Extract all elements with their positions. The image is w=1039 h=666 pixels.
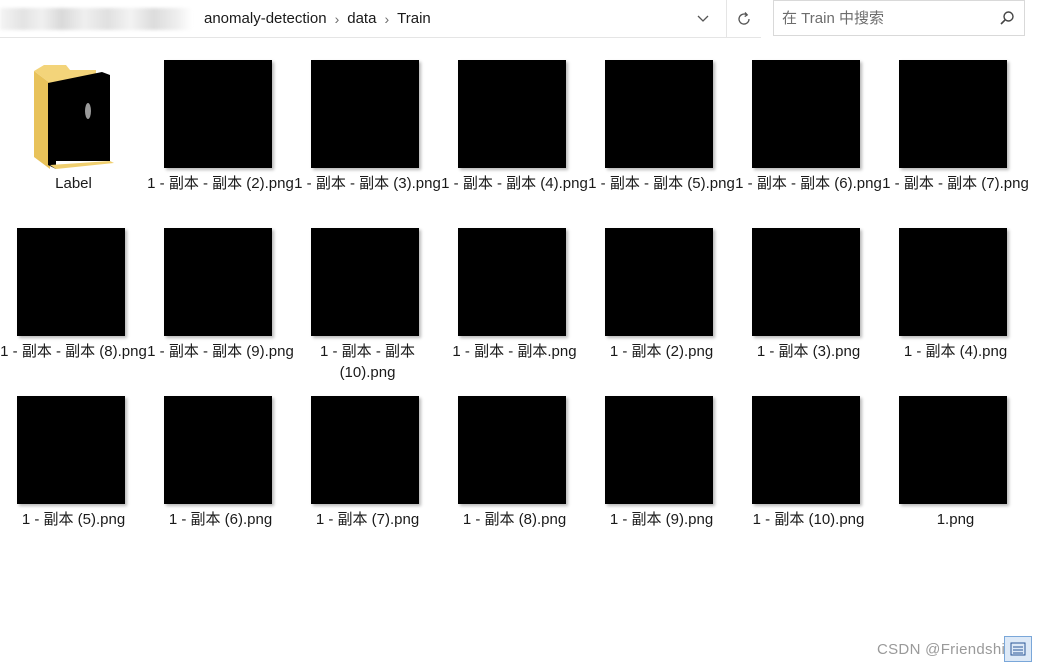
address-dropdown-button[interactable] bbox=[688, 4, 718, 33]
folder-icon bbox=[34, 65, 114, 169]
image-thumbnail bbox=[311, 396, 419, 504]
chevron-down-icon bbox=[697, 15, 709, 22]
file-name-label: 1 - 副本 (7).png bbox=[315, 511, 420, 528]
file-item[interactable]: 1 - 副本 - 副本 (2).png bbox=[147, 55, 294, 223]
image-thumbnail bbox=[458, 60, 566, 168]
refresh-icon bbox=[738, 11, 750, 25]
file-grid: Label 1 - 副本 - 副本 (2).png 1 - 副本 - 副本 (3).… bbox=[0, 55, 1039, 559]
file-item[interactable]: 1 - 副本 - 副本 (4).png bbox=[441, 55, 588, 223]
search-box[interactable] bbox=[773, 0, 1025, 36]
file-item[interactable]: 1 - 副本 - 副本 (8).png bbox=[0, 223, 147, 391]
file-item[interactable]: 1 - 副本 - 副本 (7).png bbox=[882, 55, 1029, 223]
file-name-label: Label bbox=[55, 175, 92, 192]
file-item[interactable]: 1 - 副本 - 副本 (6).png bbox=[735, 55, 882, 223]
file-name-label: 1 - 副本 (9).png bbox=[609, 511, 714, 528]
file-name-label: 1 - 副本 (5).png bbox=[21, 511, 126, 528]
image-thumbnail bbox=[899, 60, 1007, 168]
file-item[interactable]: 1 - 副本 - 副本 (10).png bbox=[294, 223, 441, 391]
file-name-label: 1 - 副本 (8).png bbox=[462, 511, 567, 528]
view-toggle-button[interactable] bbox=[1004, 636, 1032, 662]
file-item[interactable]: 1 - 副本 - 副本.png bbox=[441, 223, 588, 391]
file-item[interactable]: 1 - 副本 - 副本 (3).png bbox=[294, 55, 441, 223]
file-name-label: 1 - 副本 - 副本 (4).png bbox=[441, 175, 588, 192]
file-item[interactable]: 1 - 副本 (5).png bbox=[0, 391, 147, 559]
image-thumbnail bbox=[752, 228, 860, 336]
file-name-label: 1 - 副本 - 副本 (9).png bbox=[147, 343, 294, 360]
image-thumbnail bbox=[899, 228, 1007, 336]
search-button[interactable] bbox=[990, 10, 1024, 26]
image-thumbnail bbox=[17, 396, 125, 504]
image-thumbnail bbox=[458, 396, 566, 504]
image-thumbnail bbox=[164, 228, 272, 336]
folder-item[interactable]: Label bbox=[0, 55, 147, 223]
breadcrumb: anomaly-detection › data › Train bbox=[200, 0, 435, 37]
file-item[interactable]: 1 - 副本 - 副本 (5).png bbox=[588, 55, 735, 223]
file-name-label: 1 - 副本 (4).png bbox=[903, 343, 1008, 360]
image-thumbnail bbox=[458, 228, 566, 336]
file-item[interactable]: 1.png bbox=[882, 391, 1029, 559]
file-item[interactable]: 1 - 副本 - 副本 (9).png bbox=[147, 223, 294, 391]
file-name-label: 1 - 副本 - 副本 (5).png bbox=[588, 175, 735, 192]
image-thumbnail bbox=[605, 228, 713, 336]
breadcrumb-anomaly-detection[interactable]: anomaly-detection bbox=[200, 10, 331, 27]
refresh-button[interactable] bbox=[726, 0, 761, 37]
breadcrumb-separator[interactable]: › bbox=[331, 11, 344, 27]
file-name-label: 1 - 副本 (6).png bbox=[168, 511, 273, 528]
image-thumbnail bbox=[899, 396, 1007, 504]
file-name-label: 1 - 副本 (10).png bbox=[752, 511, 865, 528]
breadcrumb-data[interactable]: data bbox=[343, 10, 380, 27]
search-icon bbox=[1000, 11, 1014, 25]
file-name-label: 1.png bbox=[936, 511, 975, 528]
file-name-label: 1 - 副本 - 副本 (6).png bbox=[735, 175, 882, 192]
image-thumbnail bbox=[17, 228, 125, 336]
image-thumbnail bbox=[752, 396, 860, 504]
breadcrumb-train[interactable]: Train bbox=[393, 10, 435, 27]
file-item[interactable]: 1 - 副本 (8).png bbox=[441, 391, 588, 559]
file-name-label: 1 - 副本 - 副本 (3).png bbox=[294, 175, 441, 192]
image-thumbnail bbox=[164, 60, 272, 168]
file-name-label: 1 - 副本 - 副本 (8).png bbox=[0, 343, 147, 360]
file-item[interactable]: 1 - 副本 (2).png bbox=[588, 223, 735, 391]
image-thumbnail bbox=[164, 396, 272, 504]
address-bar[interactable]: anomaly-detection › data › Train bbox=[0, 0, 761, 38]
file-item[interactable]: 1 - 副本 (9).png bbox=[588, 391, 735, 559]
search-input[interactable] bbox=[774, 3, 990, 33]
breadcrumb-separator[interactable]: › bbox=[380, 11, 393, 27]
image-thumbnail bbox=[605, 60, 713, 168]
image-thumbnail bbox=[311, 60, 419, 168]
blurred-path bbox=[0, 8, 192, 30]
file-name-label: 1 - 副本 (3).png bbox=[756, 343, 861, 360]
file-item[interactable]: 1 - 副本 (10).png bbox=[735, 391, 882, 559]
file-item[interactable]: 1 - 副本 (7).png bbox=[294, 391, 441, 559]
file-name-label: 1 - 副本 (2).png bbox=[609, 343, 714, 360]
image-thumbnail bbox=[752, 60, 860, 168]
file-name-label: 1 - 副本 - 副本 (10).png bbox=[319, 343, 415, 381]
file-item[interactable]: 1 - 副本 (4).png bbox=[882, 223, 1029, 391]
view-toggle-icon bbox=[1010, 642, 1026, 656]
file-item[interactable]: 1 - 副本 (3).png bbox=[735, 223, 882, 391]
image-thumbnail bbox=[605, 396, 713, 504]
file-item[interactable]: 1 - 副本 (6).png bbox=[147, 391, 294, 559]
file-name-label: 1 - 副本 - 副本.png bbox=[452, 343, 577, 360]
file-name-label: 1 - 副本 - 副本 (7).png bbox=[882, 175, 1029, 192]
image-thumbnail bbox=[311, 228, 419, 336]
file-name-label: 1 - 副本 - 副本 (2).png bbox=[147, 175, 294, 192]
